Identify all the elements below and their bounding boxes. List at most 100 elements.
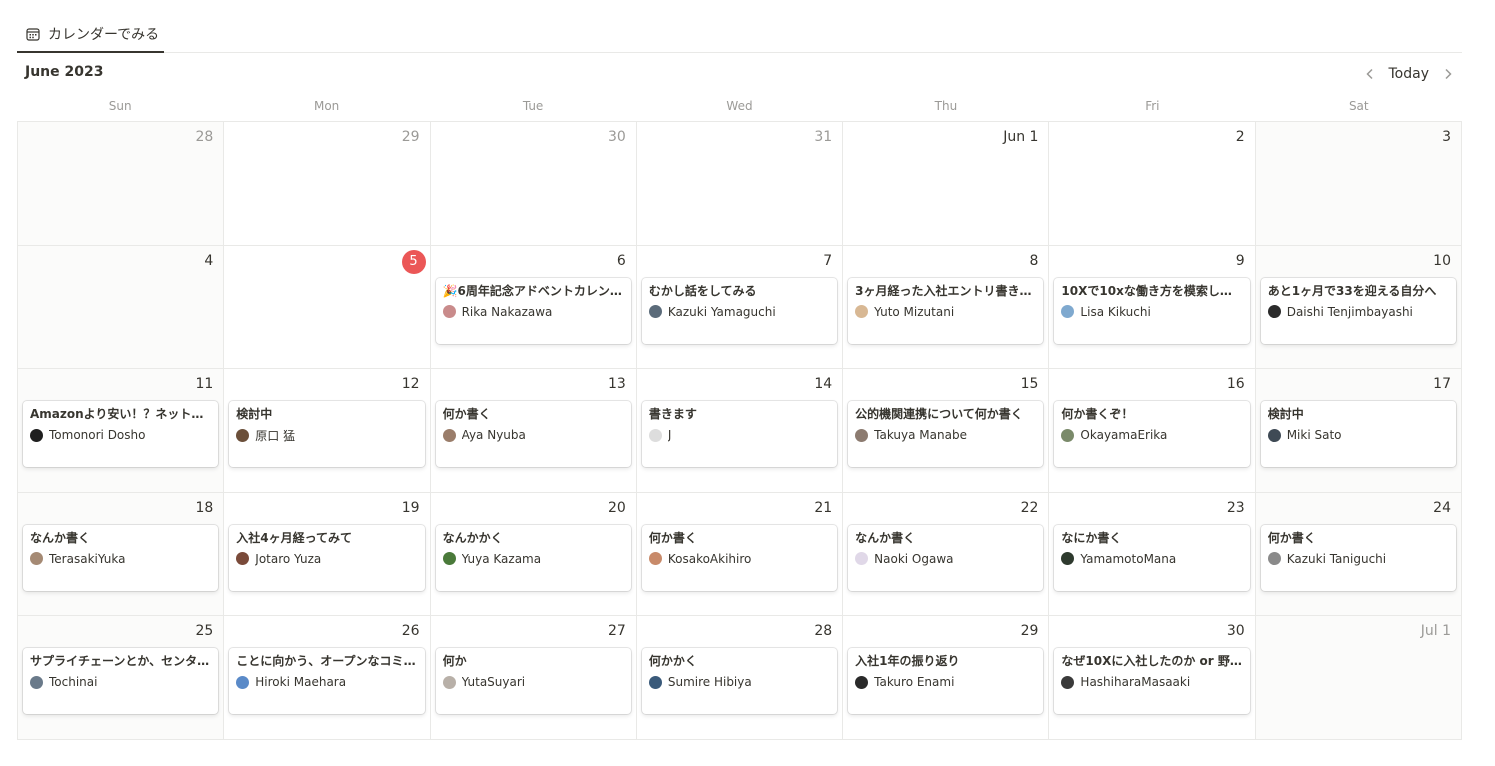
calendar-day-cell[interactable]: 24 何か書く Kazuki Taniguchi: [1255, 492, 1462, 617]
event-card[interactable]: ことに向かう、オープンなコミュニケーション Hiroki Maehara: [229, 648, 425, 715]
today-date-badge: 5: [401, 249, 426, 274]
calendar-day-cell[interactable]: 29 入社1年の振り返り Takuro Enami: [843, 616, 1050, 740]
weekday-label: Tue: [522, 99, 544, 113]
calendar-day-cell[interactable]: 2: [1049, 122, 1256, 246]
calendar-day-cell[interactable]: Jul 1: [1255, 616, 1462, 740]
calendar-day-cell[interactable]: 15 公的機関連携について何か書く Takuya Manabe: [843, 369, 1050, 493]
calendar-day-cell[interactable]: 26 ことに向かう、オープンなコミュニケーション Hiroki Maehara: [224, 616, 431, 740]
event-card[interactable]: 入社4ヶ月経ってみて Jotaro Yuza: [229, 524, 425, 591]
calendar-day-cell[interactable]: 30 なぜ10Xに入社したのか or 野球の話 HashiharaMasaaki: [1049, 616, 1256, 740]
event-card[interactable]: 何か YutaSuyari: [435, 648, 631, 715]
calendar-day-cell[interactable]: 30: [430, 122, 637, 246]
avatar: [442, 675, 456, 689]
event-author: Hiroki Maehara: [236, 674, 417, 690]
author-name: J: [667, 428, 672, 443]
calendar-day-cell[interactable]: 10 あと1ヶ月で33を迎える自分へ Daishi Tenjimbayashi: [1255, 245, 1462, 370]
calendar-day-cell[interactable]: 18 なんか書く TerasakiYuka: [18, 492, 225, 617]
calendar-day-cell[interactable]: 25 サプライチェーンとか、センターの話 Tochinai: [18, 616, 225, 740]
author-name: Sumire Hibiya: [667, 675, 752, 690]
event-title: なんか書く: [30, 530, 91, 545]
event-card[interactable]: なんか書く TerasakiYuka: [23, 524, 219, 591]
event-card[interactable]: 入社1年の振り返り Takuro Enami: [848, 648, 1044, 715]
calendar-day-cell[interactable]: 23 なにか書く YamamotoMana: [1049, 492, 1256, 617]
calendar-day-cell[interactable]: 9 10Xで10xな働き方を模索したい話 Lisa Kikuchi: [1049, 245, 1256, 370]
calendar-day-cell[interactable]: 4: [18, 245, 225, 370]
calendar-day-cell[interactable]: 12 検討中 原口 猛: [224, 369, 431, 493]
event-card[interactable]: なぜ10Xに入社したのか or 野球の話 HashiharaMasaaki: [1054, 648, 1250, 715]
event-card[interactable]: サプライチェーンとか、センターの話 Tochinai: [23, 648, 219, 715]
event-card[interactable]: 検討中原口 猛: [229, 401, 425, 468]
calendar-day-cell[interactable]: Jun 1: [843, 122, 1050, 246]
event-title: 何か: [442, 654, 467, 669]
calendar-day-cell[interactable]: 28: [18, 122, 225, 246]
event-card[interactable]: なんかかく Yuya Kazama: [435, 524, 631, 591]
event-card[interactable]: 何か書くぞ！ OkayamaErika: [1054, 401, 1250, 468]
chevron-right-icon: [1445, 68, 1452, 80]
event-title: 検討中: [236, 407, 273, 422]
calendar-day-cell[interactable]: 5: [224, 245, 431, 370]
author-name: Aya Nyuba: [461, 428, 526, 443]
event-card[interactable]: 何か書く KosakoAkihiro: [641, 524, 838, 591]
avatar: [648, 552, 662, 566]
tab-calendar-view[interactable]: カレンダーでみる: [17, 17, 164, 53]
author-name: Daishi Tenjimbayashi: [1286, 304, 1413, 319]
calendar-day-cell[interactable]: 11 Amazonより安い！？ネットスーパー Tomonori Dosho: [18, 369, 225, 493]
event-card[interactable]: 検討中 Miki Sato: [1260, 401, 1456, 468]
day-number: 24: [1433, 499, 1451, 516]
event-author: YutaSuyari: [442, 674, 624, 690]
event-card[interactable]: 公的機関連携について何か書く Takuya Manabe: [848, 401, 1044, 468]
day-number: 26: [401, 623, 420, 640]
calendar-day-cell[interactable]: 16 何か書くぞ！ OkayamaErika: [1049, 369, 1256, 493]
event-card[interactable]: なにか書く YamamotoMana: [1054, 524, 1250, 591]
event-card[interactable]: 🎉6周年記念アドベントカレンダー Rika Nakazawa: [435, 277, 631, 344]
calendar-day-cell[interactable]: 29: [224, 122, 431, 246]
calendar-day-cell[interactable]: 7 むかし話をしてみる Kazuki Yamaguchi: [636, 245, 844, 370]
event-card[interactable]: Amazonより安い！？ネットスーパー Tomonori Dosho: [23, 401, 219, 468]
event-title: 公的機関連携について何か書く: [855, 407, 1023, 422]
event-card[interactable]: むかし話をしてみる Kazuki Yamaguchi: [641, 277, 838, 344]
event-card[interactable]: 何かかく Sumire Hibiya: [641, 648, 838, 715]
event-card[interactable]: 何か書く Aya Nyuba: [435, 401, 631, 468]
calendar-day-cell[interactable]: 31: [636, 122, 844, 246]
avatar: [855, 305, 869, 319]
avatar: [1061, 675, 1075, 689]
day-number: 27: [608, 623, 626, 640]
day-number: 28: [814, 623, 833, 640]
view-tabs: カレンダーでみる: [17, 17, 1462, 53]
calendar-day-cell[interactable]: 20 なんかかく Yuya Kazama: [430, 492, 637, 617]
calendar-day-cell[interactable]: 3: [1255, 122, 1462, 246]
calendar-day-cell[interactable]: 17 検討中 Miki Sato: [1255, 369, 1462, 493]
day-number: 13: [608, 376, 626, 393]
day-number: 22: [1020, 499, 1039, 516]
event-author: Yuya Kazama: [442, 551, 624, 567]
event-card[interactable]: 書きます J: [641, 401, 838, 468]
event-card[interactable]: 3ヶ月経った入社エントリ書きます Yuto Mizutani: [848, 277, 1044, 344]
event-card[interactable]: なんか書く Naoki Ogawa: [848, 524, 1044, 591]
author-name: 原口 猛: [255, 428, 296, 443]
calendar-day-cell[interactable]: 28 何かかく Sumire Hibiya: [636, 616, 844, 740]
avatar: [236, 552, 250, 566]
day-number: 3: [1442, 129, 1451, 145]
weekday-label: Wed: [726, 99, 753, 113]
event-title: 検討中: [1267, 407, 1304, 422]
calendar-day-cell[interactable]: 14 書きます J: [636, 369, 844, 493]
event-card[interactable]: 何か書く Kazuki Taniguchi: [1260, 524, 1456, 591]
prev-month-button[interactable]: [1359, 63, 1381, 85]
event-author: 原口 猛: [236, 427, 417, 443]
event-title: 何か書くぞ！: [1061, 407, 1134, 422]
author-name: Kazuki Taniguchi: [1286, 551, 1387, 566]
avatar: [855, 428, 869, 442]
calendar-day-cell[interactable]: 21 何か書く KosakoAkihiro: [636, 492, 844, 617]
event-card[interactable]: あと1ヶ月で33を迎える自分へ Daishi Tenjimbayashi: [1260, 277, 1456, 344]
next-month-button[interactable]: [1437, 63, 1459, 85]
today-button[interactable]: Today: [1381, 66, 1438, 82]
calendar-day-cell[interactable]: 19 入社4ヶ月経ってみて Jotaro Yuza: [224, 492, 431, 617]
calendar-day-cell[interactable]: 22 なんか書く Naoki Ogawa: [843, 492, 1050, 617]
calendar-day-cell[interactable]: 6 🎉6周年記念アドベントカレンダー Rika Nakazawa: [430, 245, 637, 370]
calendar-day-cell[interactable]: 27 何か YutaSuyari: [430, 616, 637, 740]
event-card[interactable]: 10Xで10xな働き方を模索したい話 Lisa Kikuchi: [1054, 277, 1250, 344]
calendar-day-cell[interactable]: 13 何か書く Aya Nyuba: [430, 369, 637, 493]
author-name: Lisa Kikuchi: [1080, 304, 1151, 319]
avatar: [855, 552, 869, 566]
calendar-day-cell[interactable]: 8 3ヶ月経った入社エントリ書きます Yuto Mizutani: [843, 245, 1050, 370]
